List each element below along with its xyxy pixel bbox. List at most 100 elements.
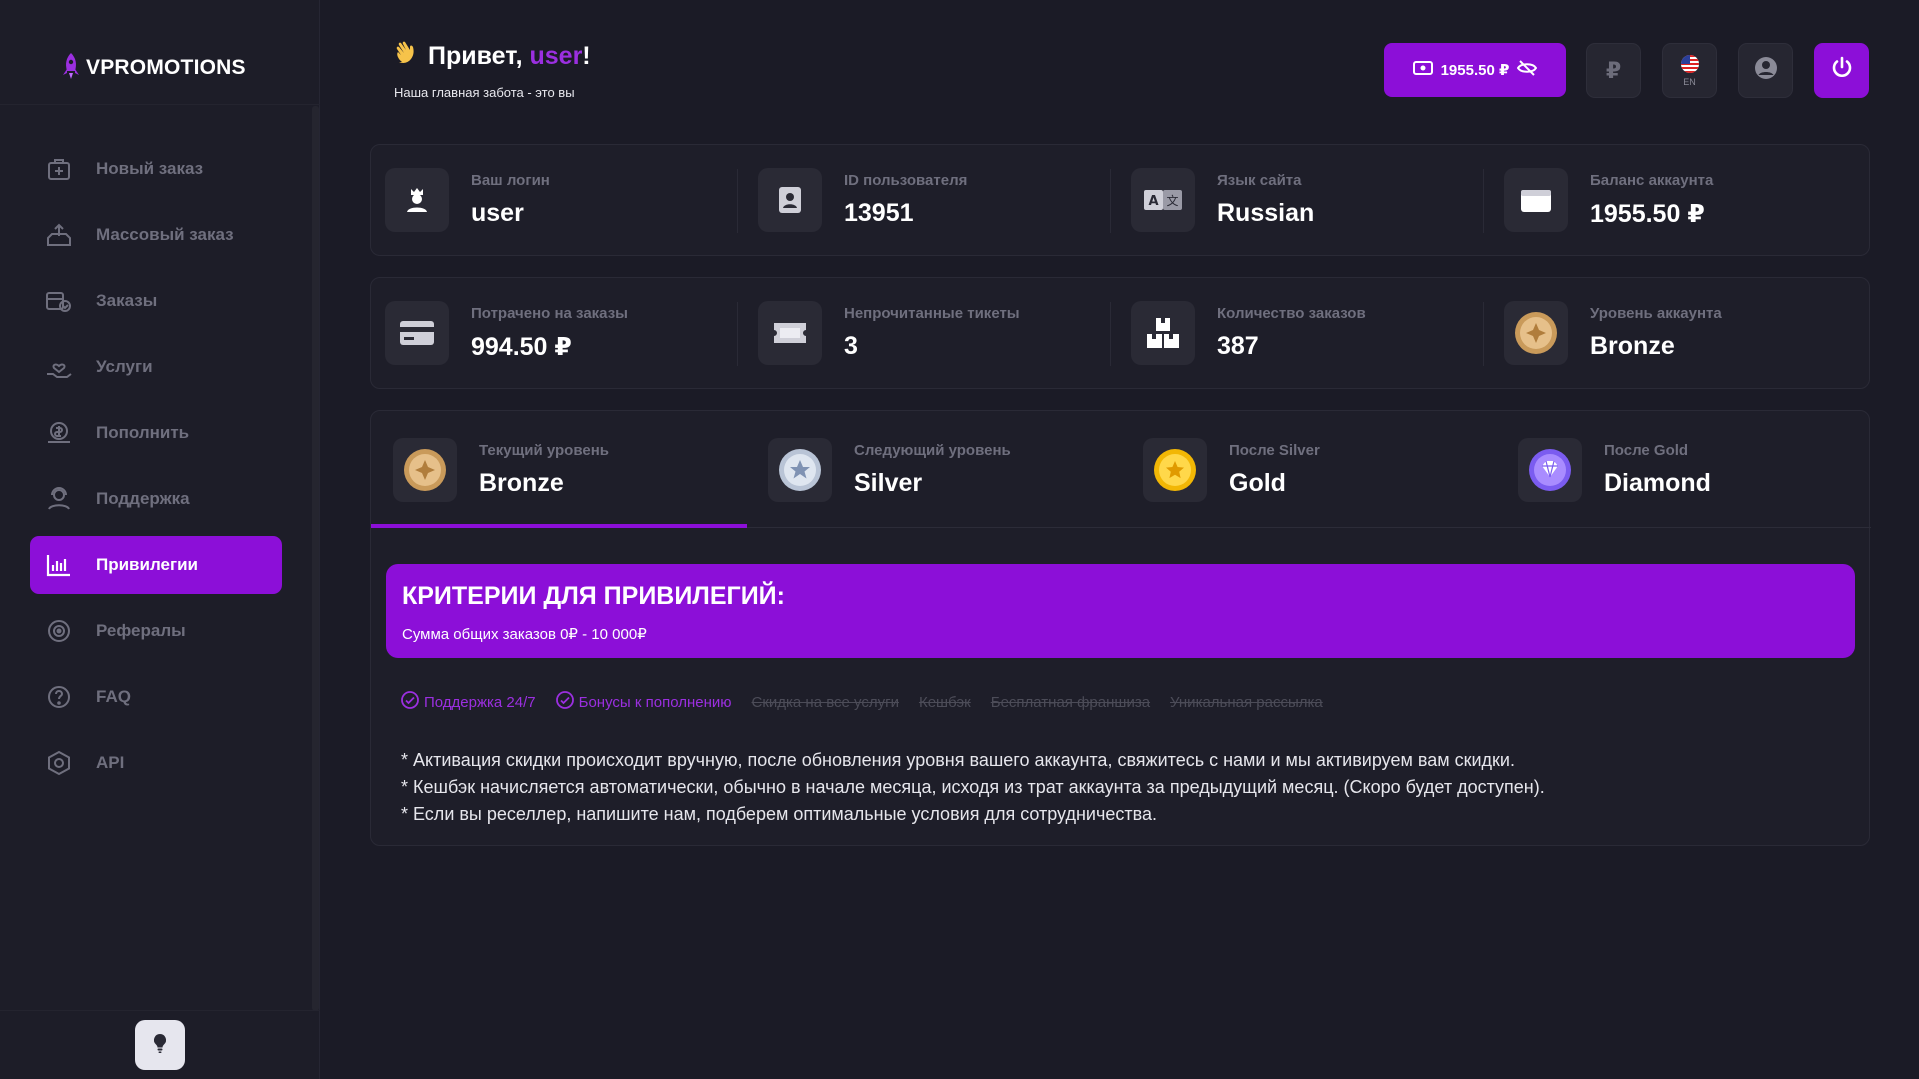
- tab-after-gold[interactable]: После Gold Diamond: [1496, 411, 1871, 528]
- profile-button[interactable]: [1738, 43, 1793, 98]
- cash-icon: [1412, 61, 1433, 79]
- greeting-prefix: Привет,: [428, 42, 530, 70]
- check-circle-icon: [555, 691, 574, 713]
- sidebar-scrollbar[interactable]: [312, 106, 319, 1011]
- divider: [737, 302, 738, 366]
- currency-symbol: ₽: [1605, 57, 1622, 83]
- privileges-panel: Текущий уровень Bronze Следующий уровень S…: [370, 410, 1871, 846]
- currency-button[interactable]: ₽: [1586, 43, 1641, 98]
- sidebar-item-new-order[interactable]: Новый заказ: [30, 140, 282, 198]
- stat-label: Язык сайта: [1217, 172, 1302, 189]
- sidebar-item-label: FAQ: [96, 687, 131, 706]
- stat-label: Количество заказов: [1217, 305, 1366, 322]
- balance-button[interactable]: 1955.50 ₽: [1384, 43, 1566, 97]
- theme-toggle-button[interactable]: [135, 1020, 185, 1070]
- divider: [1483, 302, 1484, 366]
- logout-button[interactable]: [1814, 43, 1869, 98]
- active-tab-indicator: [371, 524, 747, 528]
- stat-site-language: A文 Язык сайта Russian: [1117, 145, 1490, 255]
- stat-value: Russian: [1217, 199, 1315, 227]
- credit-card-icon: [385, 301, 449, 365]
- sidebar-item-label: Привилегии: [96, 555, 198, 574]
- user-circle-icon: [1754, 56, 1778, 85]
- greeting: Привет, user! Наша главная забота - это …: [394, 40, 591, 100]
- balance-amount: 1955.50 ₽: [1440, 62, 1510, 79]
- svg-text:A: A: [1148, 194, 1158, 209]
- stat-label: Уровень аккаунта: [1590, 305, 1722, 322]
- sidebar-item-services[interactable]: Услуги: [30, 338, 282, 396]
- account-info-panel: Ваш логин user ID пользователя 13951 A文 Яз…: [370, 144, 1870, 256]
- translate-icon: A文: [1131, 168, 1195, 232]
- level-tabs: Текущий уровень Bronze Следующий уровень S…: [371, 411, 1871, 528]
- stat-user-id: ID пользователя 13951: [744, 145, 1117, 255]
- account-stats-panel: Потрачено на заказы 994.50 ₽ Непрочитанны…: [370, 277, 1870, 389]
- stat-label: Баланс аккаунта: [1590, 171, 1714, 189]
- sidebar-item-faq[interactable]: FAQ: [30, 668, 282, 726]
- bronze-medal-icon: [393, 437, 457, 502]
- api-icon: [44, 748, 74, 778]
- sidebar-item-referrals[interactable]: Рефералы: [30, 602, 282, 660]
- stat-order-count: Количество заказов 387: [1117, 278, 1490, 388]
- perk-label: Уникальная рассылка: [1170, 693, 1323, 711]
- sidebar-item-label: Заказы: [96, 291, 158, 310]
- page-title: Привет, user!: [394, 40, 591, 73]
- new-order-icon: [44, 154, 74, 184]
- perk-item: Бесплатная франшиза: [991, 691, 1150, 713]
- logo[interactable]: VPROMOTIONS: [62, 52, 246, 84]
- sidebar-item-privileges[interactable]: Привилегии: [30, 536, 282, 594]
- chart-icon: [44, 550, 74, 580]
- greeting-username: user: [529, 42, 583, 70]
- perk-item: Бонусы к пополнению: [555, 691, 732, 713]
- sidebar-item-support[interactable]: Поддержка: [30, 470, 282, 528]
- language-button[interactable]: EN: [1662, 43, 1717, 98]
- tab-value: Diamond: [1604, 468, 1711, 497]
- divider: [1110, 302, 1111, 366]
- sidebar-item-label: Пополнить: [96, 423, 190, 442]
- sidebar-item-label: Поддержка: [96, 489, 190, 508]
- target-icon: [44, 616, 74, 646]
- sidebar-bottom-divider: [0, 1010, 320, 1011]
- eye-off-icon: [1517, 60, 1538, 80]
- sidebar-item-mass-order[interactable]: Массовый заказ: [30, 206, 282, 264]
- divider: [737, 169, 738, 233]
- stat-unread-tickets: Непрочитанные тикеты 3: [744, 278, 1117, 388]
- perk-label: Кешбэк: [918, 693, 971, 711]
- sidebar-item-topup[interactable]: Пополнить: [30, 404, 282, 462]
- sidebar-nav: Новый заказ Массовый заказ Заказы Услуги…: [30, 140, 282, 800]
- stat-value: 387: [1217, 332, 1259, 360]
- note-line: * Кешбэк начисляется автоматически, обыч…: [401, 777, 1545, 797]
- sidebar-item-api[interactable]: API: [30, 734, 282, 792]
- diamond-medal-icon: [1518, 437, 1582, 502]
- note-line: * Если вы реселлер, напишите нам, подбер…: [401, 804, 1157, 824]
- tab-label: После Silver: [1229, 441, 1320, 459]
- sidebar-item-orders[interactable]: Заказы: [30, 272, 282, 330]
- perk-item: Уникальная рассылка: [1170, 691, 1323, 713]
- tab-label: Следующий уровень: [854, 441, 1011, 459]
- sidebar-item-label: API: [96, 753, 125, 772]
- tab-label: Текущий уровень: [479, 441, 609, 459]
- tab-after-silver[interactable]: После Silver Gold: [1121, 411, 1496, 528]
- tab-value: Gold: [1229, 468, 1286, 497]
- support-icon: [44, 484, 74, 514]
- us-flag-icon: [1680, 54, 1699, 75]
- lightbulb-icon: [151, 1032, 169, 1059]
- divider: [1483, 169, 1484, 233]
- stat-value: 1955.50 ₽: [1590, 199, 1705, 228]
- perk-label: Бонусы к пополнению: [578, 693, 732, 711]
- gold-medal-icon: [1143, 437, 1207, 502]
- check-circle-icon: [401, 691, 419, 713]
- perk-item: Скидка на все услуги: [752, 691, 899, 713]
- tab-current-level[interactable]: Текущий уровень Bronze: [371, 411, 746, 528]
- perk-label: Поддержка 24/7: [424, 693, 536, 711]
- sidebar: VPROMOTIONS Новый заказ Массовый заказ З…: [0, 0, 320, 1079]
- tab-next-level[interactable]: Следующий уровень Silver: [746, 411, 1121, 528]
- perk-label: Скидка на все услуги: [751, 693, 899, 711]
- stat-value: Bronze: [1590, 332, 1675, 360]
- rocket-icon: [62, 52, 80, 85]
- greeting-subtitle: Наша главная забота - это вы: [394, 85, 575, 100]
- stat-value: user: [471, 199, 524, 227]
- stat-balance: Баланс аккаунта 1955.50 ₽: [1490, 145, 1863, 255]
- services-icon: [44, 352, 74, 382]
- stat-spent: Потрачено на заказы 994.50 ₽: [371, 278, 744, 388]
- boxes-icon: [1131, 301, 1195, 365]
